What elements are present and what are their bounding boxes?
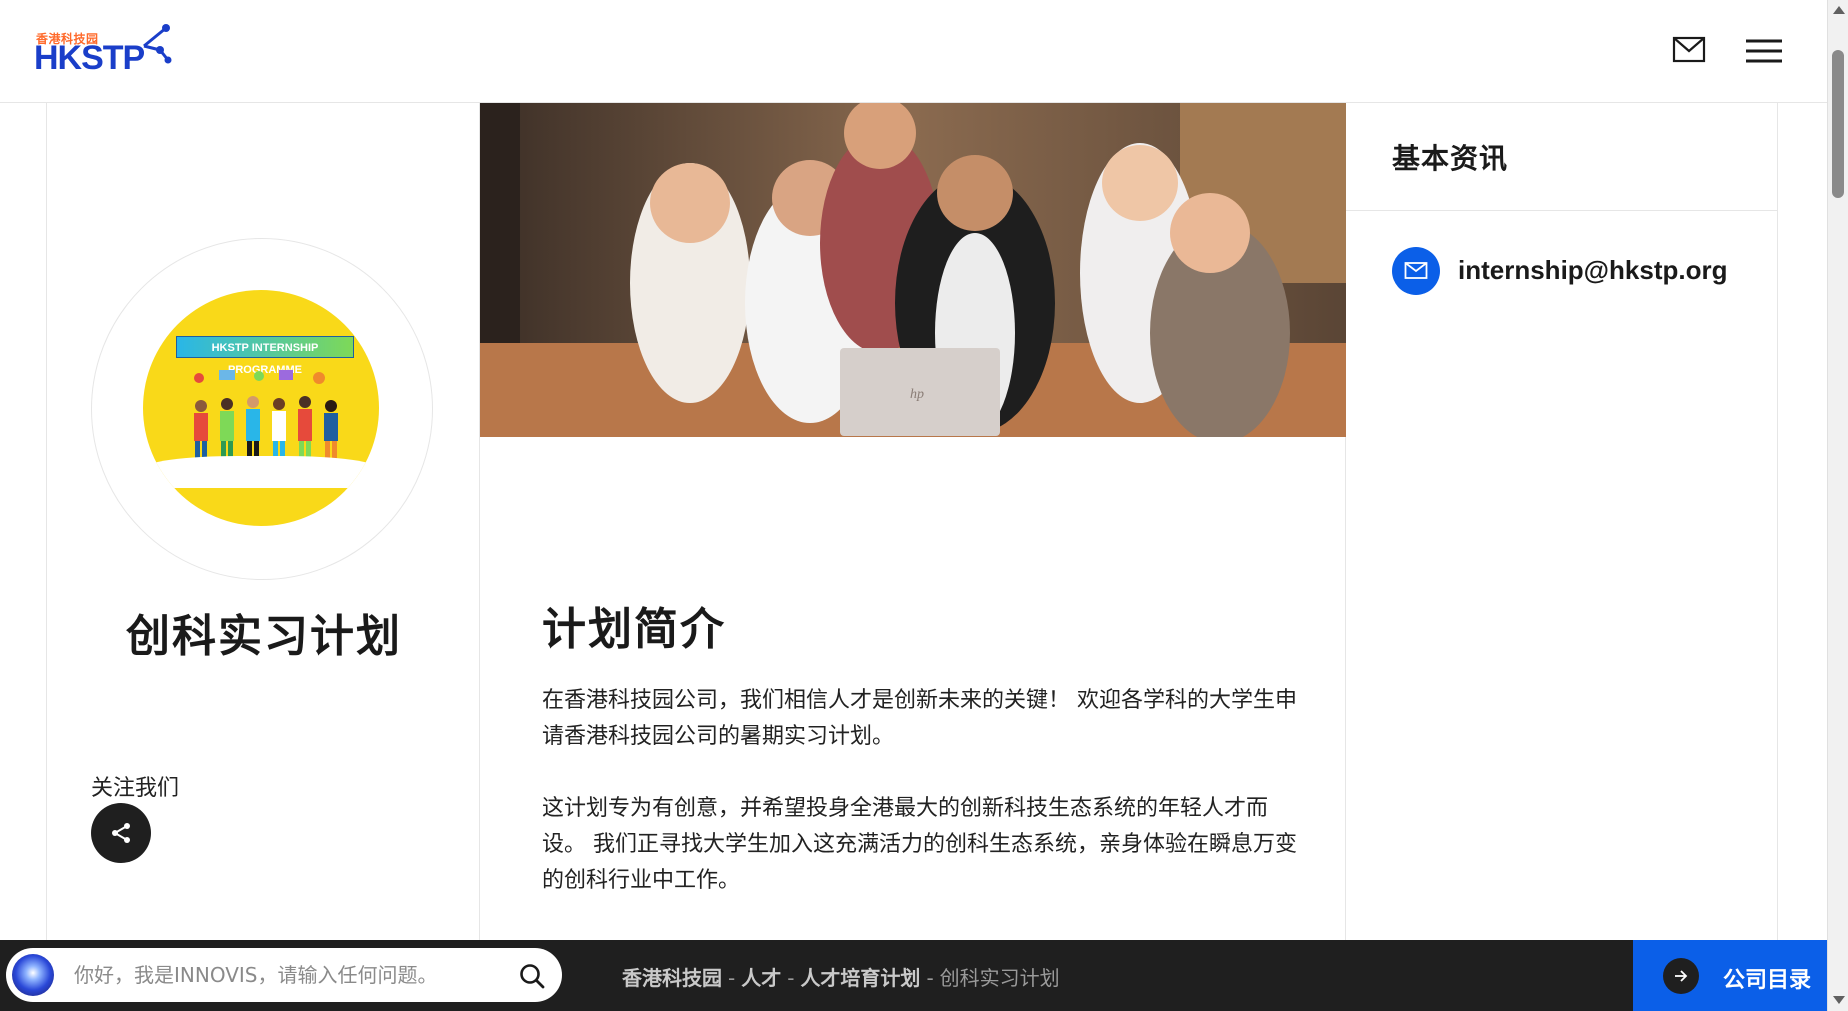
share-button[interactable] bbox=[91, 803, 151, 863]
intro-paragraph-2: 这计划专为有创意，并希望投身全港最大的创新科技生态系统的年轻人才而设。 我们正寻… bbox=[542, 796, 1297, 893]
program-logo-ground bbox=[143, 456, 379, 488]
breadcrumb-separator: - bbox=[787, 966, 795, 990]
breadcrumb-talent-programmes[interactable]: 人才培育计划 bbox=[800, 966, 920, 990]
scroll-down-icon[interactable] bbox=[1833, 996, 1845, 1004]
breadcrumb: 香港科技园 - 人才 - 人才培育计划 - 创科实习计划 bbox=[622, 962, 1060, 991]
scrollbar-thumb[interactable] bbox=[1832, 50, 1844, 198]
profile-column: HKSTP INTERNSHIP PROGRAMME 创科实习计划 关注我们 bbox=[46, 103, 480, 940]
program-logo-image: HKSTP INTERNSHIP PROGRAMME bbox=[143, 290, 379, 526]
site-header: 香港科技园 HKSTP bbox=[0, 0, 1827, 103]
logo-molecule-icon bbox=[143, 24, 172, 64]
contact-email-link[interactable]: internship@hkstp.org bbox=[1458, 255, 1727, 286]
info-panel: 基本资讯 internship@hkstp.org bbox=[1346, 103, 1778, 940]
program-logo-banner: HKSTP INTERNSHIP PROGRAMME bbox=[176, 336, 354, 376]
hkstp-logo[interactable]: 香港科技园 HKSTP bbox=[34, 22, 174, 77]
hero-photo: hp bbox=[480, 103, 1346, 437]
intro-heading: 计划简介 bbox=[542, 604, 726, 655]
breadcrumb-separator: - bbox=[728, 966, 736, 990]
share-icon bbox=[112, 823, 130, 843]
arrow-right-icon bbox=[1663, 958, 1699, 994]
svg-text:hp: hp bbox=[910, 387, 924, 402]
mail-icon bbox=[1392, 247, 1440, 295]
scroll-up-icon[interactable] bbox=[1833, 6, 1845, 14]
mail-icon[interactable] bbox=[1672, 35, 1706, 65]
bottom-bar: 香港科技园-人才-人才培育计划-创科实习计划 公司目录 bbox=[0, 940, 1827, 1011]
ai-question-input[interactable] bbox=[74, 948, 494, 1002]
info-divider bbox=[1346, 210, 1778, 211]
intro-paragraph-1: 在香港科技园公司，我们相信人才是创新未来的关键！ 欢迎各学科的大学生申请香港科技… bbox=[542, 688, 1297, 749]
breadcrumb-separator: - bbox=[926, 966, 934, 990]
ai-assistant-box bbox=[6, 948, 562, 1002]
innovis-orb-icon bbox=[12, 954, 54, 996]
logo-text: HKSTP bbox=[34, 39, 145, 77]
follow-us-label: 关注我们 bbox=[91, 776, 180, 801]
breadcrumb-current: 创科实习计划 bbox=[939, 966, 1060, 990]
program-logo: HKSTP INTERNSHIP PROGRAMME bbox=[91, 238, 433, 580]
company-directory-label: 公司目录 bbox=[1723, 968, 1812, 993]
program-title: 创科实习计划 bbox=[126, 611, 402, 662]
page-scrollbar[interactable] bbox=[1827, 0, 1848, 1011]
search-icon[interactable] bbox=[518, 962, 546, 990]
hamburger-menu-icon[interactable] bbox=[1744, 38, 1784, 64]
breadcrumb-talent[interactable]: 人才 bbox=[741, 966, 781, 990]
main-content: hp 计划简介 在香港科技园公司，我们相信人才是创新未来的关键！ 欢迎各学科的大… bbox=[480, 103, 1346, 940]
info-title: 基本资讯 bbox=[1392, 142, 1509, 175]
company-directory-button[interactable]: 公司目录 bbox=[1633, 940, 1827, 1011]
breadcrumb-home[interactable]: 香港科技园 bbox=[622, 966, 722, 990]
